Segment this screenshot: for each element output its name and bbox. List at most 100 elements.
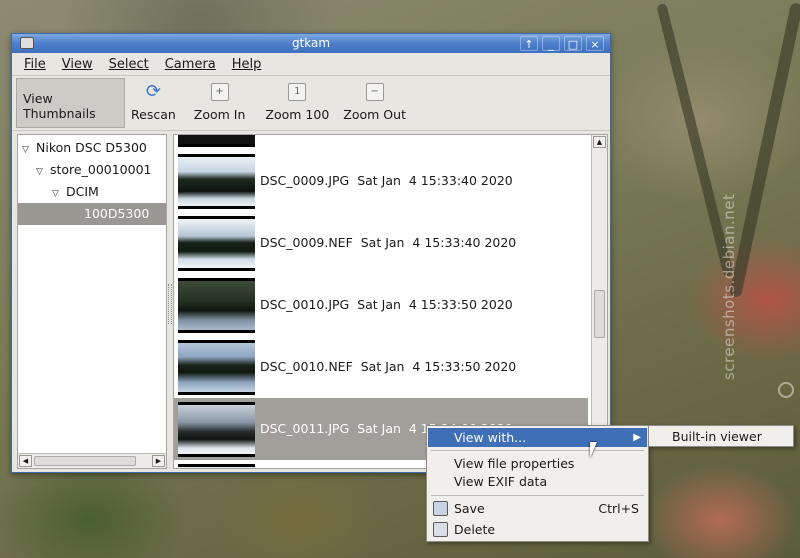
file-entry-text: DSC_0009.JPG Sat Jan 4 15:33:40 2020 <box>260 173 513 188</box>
menu-view-label: View <box>61 56 93 72</box>
expander-down-icon[interactable]: ▽ <box>36 161 50 183</box>
zoom-out-label: Zoom Out <box>343 107 406 122</box>
rescan-label: Rescan <box>131 107 176 122</box>
zoom-out-icon: − <box>365 83 384 101</box>
menu-separator <box>431 495 644 496</box>
zoom-100-button[interactable]: 1 Zoom 100 <box>257 78 337 128</box>
camera-tree[interactable]: ▽ Nikon DSC D5300 ▽ store_00010001 ▽ DCIM 1… <box>17 134 167 469</box>
file-list-scroll-thumb[interactable] <box>594 290 605 338</box>
file-entry-text: DSC_0009.NEF Sat Jan 4 15:33:40 2020 <box>260 235 516 250</box>
menu-separator <box>431 450 644 451</box>
pane-resize-handle[interactable] <box>168 284 172 324</box>
thumbnail <box>178 402 255 457</box>
tree-item-folder[interactable]: 100D5300 <box>18 203 166 225</box>
menu-camera-label: Camera <box>164 56 216 72</box>
shade-button[interactable]: ↑ <box>520 36 538 51</box>
menubar: File View Select Camera Help <box>12 53 610 76</box>
save-shortcut: Ctrl+S <box>598 501 639 516</box>
mouse-cursor-icon <box>590 442 597 458</box>
view-thumbnails-label: View Thumbnails <box>23 91 96 121</box>
tree-item-camera[interactable]: ▽ Nikon DSC D5300 <box>18 137 166 159</box>
thumbnail <box>178 278 255 333</box>
rescan-icon: ⟳ <box>145 81 161 102</box>
partial-thumbnail <box>178 135 255 147</box>
expander-down-icon[interactable]: ▽ <box>52 183 66 205</box>
file-entry-text: DSC_0010.JPG Sat Jan 4 15:33:50 2020 <box>260 297 513 312</box>
menu-item-builtin-viewer[interactable]: Built-in viewer <box>649 427 793 446</box>
tree-item-label: Nikon DSC D5300 <box>36 140 147 155</box>
zoom-in-button[interactable]: + Zoom In <box>182 78 258 128</box>
delete-label: Delete <box>454 522 496 537</box>
menu-item-view-file-properties[interactable]: View file properties <box>428 454 647 473</box>
zoom-100-label: Zoom 100 <box>265 107 330 122</box>
zoom-in-icon: + <box>210 83 229 101</box>
delete-icon <box>433 522 448 537</box>
save-icon <box>433 501 448 516</box>
file-date: Sat Jan 4 15:33:50 2020 <box>357 297 513 312</box>
menu-file[interactable]: File <box>16 57 54 72</box>
list-item[interactable]: DSC_0010.NEF Sat Jan 4 15:33:50 2020 <box>174 336 588 398</box>
tree-scroll-thumb[interactable] <box>34 456 136 466</box>
file-name: DSC_0010.JPG <box>260 297 350 312</box>
save-label: Save <box>454 501 485 516</box>
view-file-properties-label: View file properties <box>454 456 575 471</box>
tree-item-dcim[interactable]: ▽ DCIM <box>18 181 166 203</box>
toolbar: View Thumbnails ⟳ Rescan + Zoom In 1 Zoo… <box>12 76 610 131</box>
menu-view[interactable]: View <box>54 57 101 72</box>
view-with-label: View with... <box>454 430 527 445</box>
submenu-arrow-icon: ▶ <box>633 432 641 443</box>
menu-item-save[interactable]: Save Ctrl+S <box>428 499 647 518</box>
tree-item-label: DCIM <box>66 184 99 199</box>
list-item[interactable]: DSC_0009.NEF Sat Jan 4 15:33:40 2020 <box>174 212 588 274</box>
file-name: DSC_0009.JPG <box>260 173 350 188</box>
scroll-right-icon[interactable]: ▶ <box>152 455 165 467</box>
view-with-submenu: Built-in viewer <box>648 425 794 447</box>
thumbnail <box>178 340 255 395</box>
gtkam-window: gtkam ↑ _ □ × File View Select Camera He… <box>11 33 611 473</box>
menu-select-label: Select <box>108 56 149 72</box>
file-date: Sat Jan 4 15:33:50 2020 <box>360 359 517 374</box>
file-name: DSC_0011.JPG <box>260 421 350 436</box>
list-item[interactable]: DSC_0010.JPG Sat Jan 4 15:33:50 2020 <box>174 274 588 336</box>
zoom-100-icon: 1 <box>288 83 307 101</box>
watermark: screenshots.debian.net <box>720 193 738 380</box>
tree-item-label: store_00010001 <box>50 162 152 177</box>
plant-stalk <box>728 2 800 298</box>
builtin-viewer-label: Built-in viewer <box>672 429 762 444</box>
tree-horizontal-scrollbar[interactable]: ◀ ▶ <box>18 453 166 468</box>
menu-help-label: Help <box>231 56 262 72</box>
menu-item-view-exif[interactable]: View EXIF data <box>428 472 647 491</box>
expander-down-icon[interactable]: ▽ <box>22 139 36 161</box>
thumbnail <box>178 216 255 271</box>
menu-help[interactable]: Help <box>224 57 270 72</box>
file-list-vertical-scrollbar[interactable]: ▲ <box>591 135 607 468</box>
file-date: Sat Jan 4 15:33:40 2020 <box>357 173 513 188</box>
minimize-button[interactable]: _ <box>542 36 560 51</box>
watermark-logo-icon <box>778 382 794 398</box>
file-date: Sat Jan 4 15:33:40 2020 <box>360 235 517 250</box>
view-exif-label: View EXIF data <box>454 474 548 489</box>
titlebar[interactable]: gtkam ↑ _ □ × <box>12 34 610 53</box>
menu-file-label: File <box>24 56 46 72</box>
scroll-left-icon[interactable]: ◀ <box>19 455 32 467</box>
tree-item-label: 100D5300 <box>84 206 150 221</box>
list-item[interactable]: DSC_0009.JPG Sat Jan 4 15:33:40 2020 <box>174 150 588 212</box>
tree-item-store[interactable]: ▽ store_00010001 <box>18 159 166 181</box>
scroll-up-icon[interactable]: ▲ <box>593 136 606 148</box>
file-name: DSC_0010.NEF <box>260 359 353 374</box>
zoom-out-button[interactable]: − Zoom Out <box>337 78 412 128</box>
file-name: DSC_0009.NEF <box>260 235 353 250</box>
maximize-button[interactable]: □ <box>564 36 582 51</box>
rescan-button[interactable]: ⟳ Rescan <box>125 78 182 128</box>
zoom-in-label: Zoom In <box>193 107 246 122</box>
close-button[interactable]: × <box>586 36 604 51</box>
menu-select[interactable]: Select <box>101 57 157 72</box>
view-thumbnails-button[interactable]: View Thumbnails <box>16 78 125 128</box>
thumbnail <box>178 464 255 468</box>
file-list[interactable]: DSC_0009.JPG Sat Jan 4 15:33:40 2020 DSC… <box>173 134 608 469</box>
menu-camera[interactable]: Camera <box>157 57 224 72</box>
context-menu: View with... ▶ View file properties View… <box>426 425 649 542</box>
menu-item-view-with[interactable]: View with... ▶ <box>428 428 647 447</box>
menu-item-delete[interactable]: Delete <box>428 520 647 539</box>
thumbnail <box>178 154 255 209</box>
